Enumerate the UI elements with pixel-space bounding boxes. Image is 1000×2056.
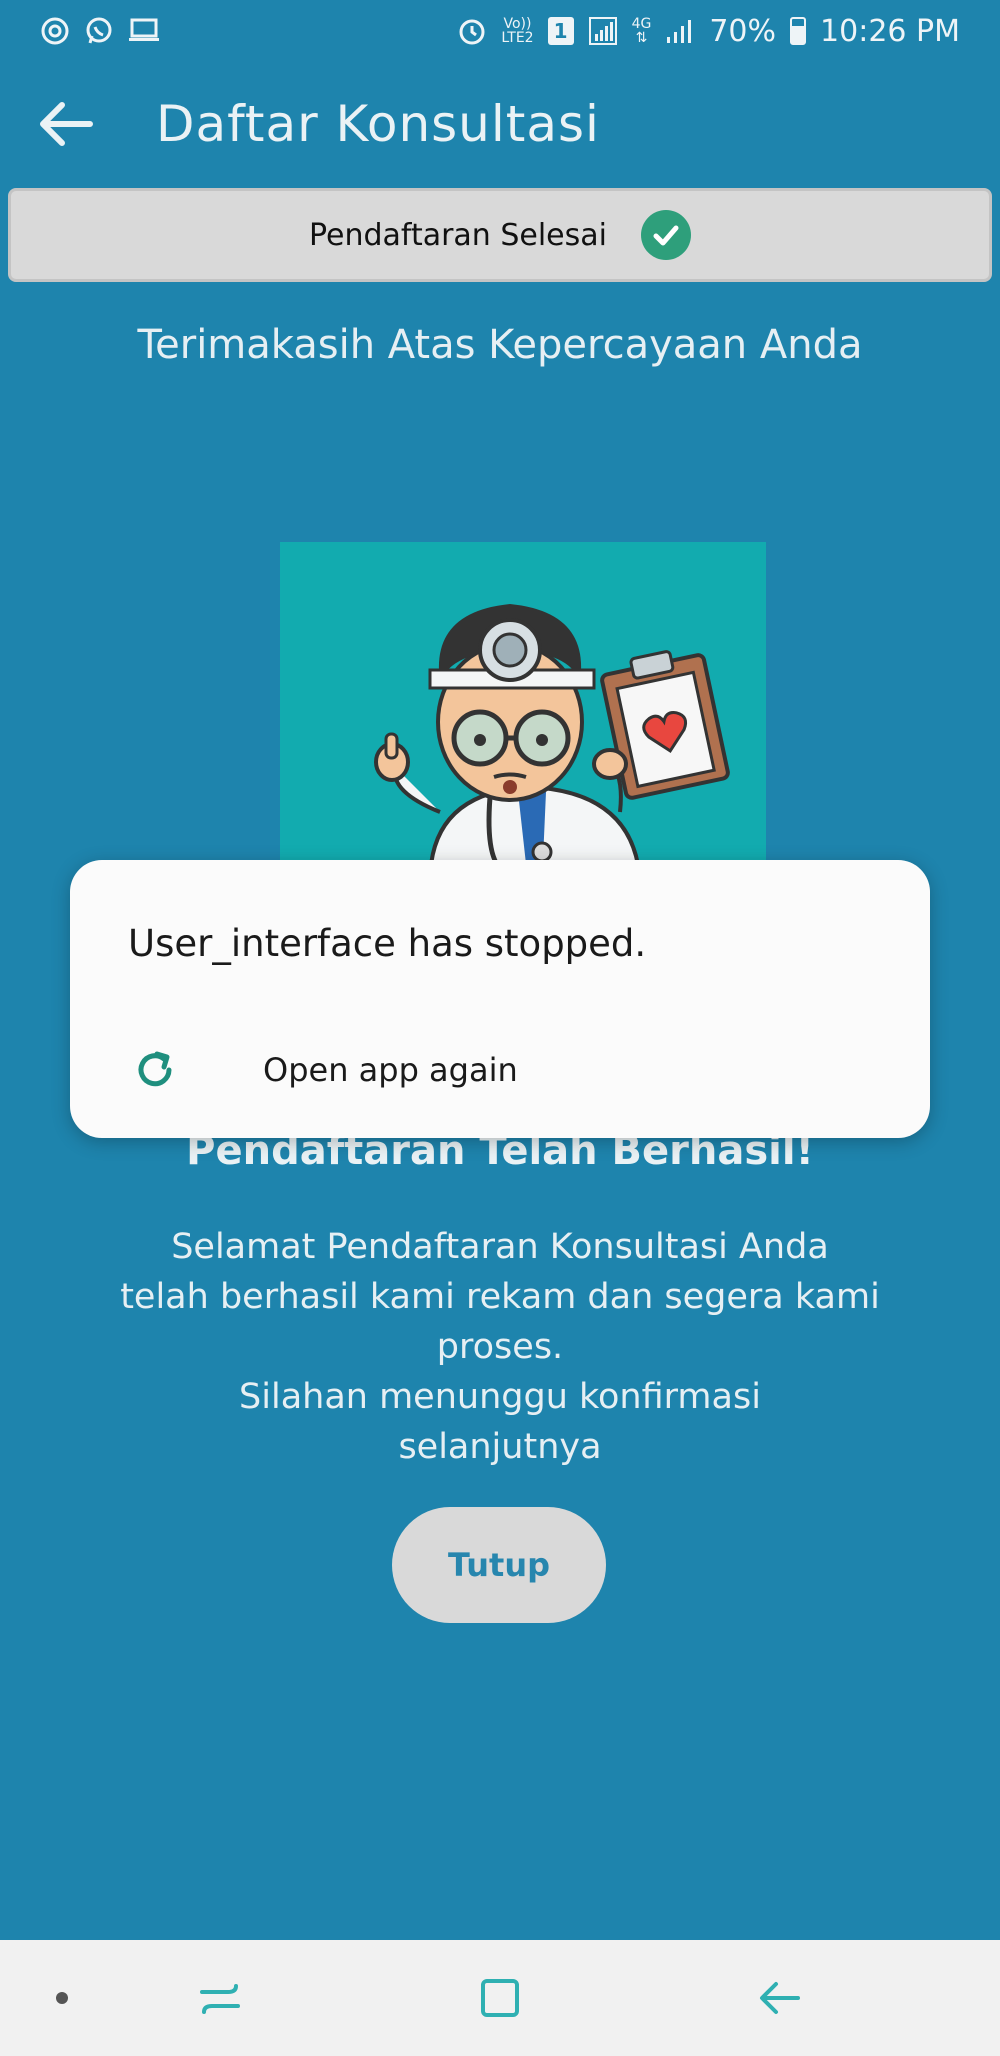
page-title: Daftar Konsultasi [156, 95, 600, 153]
arrow-left-icon [40, 102, 93, 146]
back-icon [760, 1982, 800, 2014]
home-icon [481, 1979, 519, 2017]
battery-percent: 70% [709, 13, 777, 49]
volte-bottom: LTE2 [501, 30, 534, 46]
sim-badge: 1 [547, 17, 574, 45]
volte-indicator: Vo)) LTE2 [501, 17, 533, 45]
alarm-icon [459, 19, 485, 45]
network-type: 4G [631, 16, 652, 32]
completion-label: Pendaftaran Selesai [308, 217, 607, 253]
app-bar: Daftar Konsultasi [0, 62, 1000, 186]
signal-bars-icon [667, 20, 692, 43]
check-circle-icon [641, 210, 691, 260]
open-app-again-button[interactable]: Open app again [70, 1020, 930, 1120]
whatsapp-icon [86, 17, 112, 44]
crash-dialog: User_interface has stopped. Open app aga… [70, 860, 930, 1138]
open-app-again-label: Open app again [263, 1051, 518, 1089]
crash-message: User_interface has stopped. [128, 922, 647, 965]
navigation-bar [0, 1940, 1000, 2056]
nav-dot-button[interactable] [32, 1968, 92, 2028]
network-indicator: 4G ⇅ [631, 16, 652, 46]
status-right-icons: Vo)) LTE2 1 4G ⇅ 70% 10:26 PM [457, 14, 960, 49]
success-message: Selamat Pendaftaran Konsultasi Anda tela… [120, 1227, 880, 1467]
completion-banner: Pendaftaran Selesai [8, 188, 992, 282]
screen-icon [129, 18, 159, 41]
recent-apps-button[interactable] [190, 1968, 250, 2028]
status-bar: Vo)) LTE2 1 4G ⇅ 70% 10:26 PM [0, 0, 1000, 62]
status-left-icons [40, 16, 160, 46]
recent-apps-icon [200, 1984, 240, 2014]
refresh-icon [132, 1047, 178, 1093]
sync-icon [41, 17, 69, 45]
back-button[interactable] [34, 92, 98, 156]
nav-dot-icon [56, 1992, 68, 2004]
nav-back-button[interactable] [750, 1968, 810, 2028]
signal-icon [588, 17, 617, 45]
volte-top: Vo)) [503, 16, 532, 32]
home-button[interactable] [470, 1968, 530, 2028]
doctor-illustration [280, 542, 766, 882]
thanks-heading: Terimakasih Atas Kepercayaan Anda [137, 322, 863, 368]
close-button[interactable]: Tutup [392, 1507, 606, 1623]
doctor-image [374, 604, 730, 882]
clock: 10:26 PM [820, 13, 960, 49]
battery-icon [790, 17, 807, 45]
